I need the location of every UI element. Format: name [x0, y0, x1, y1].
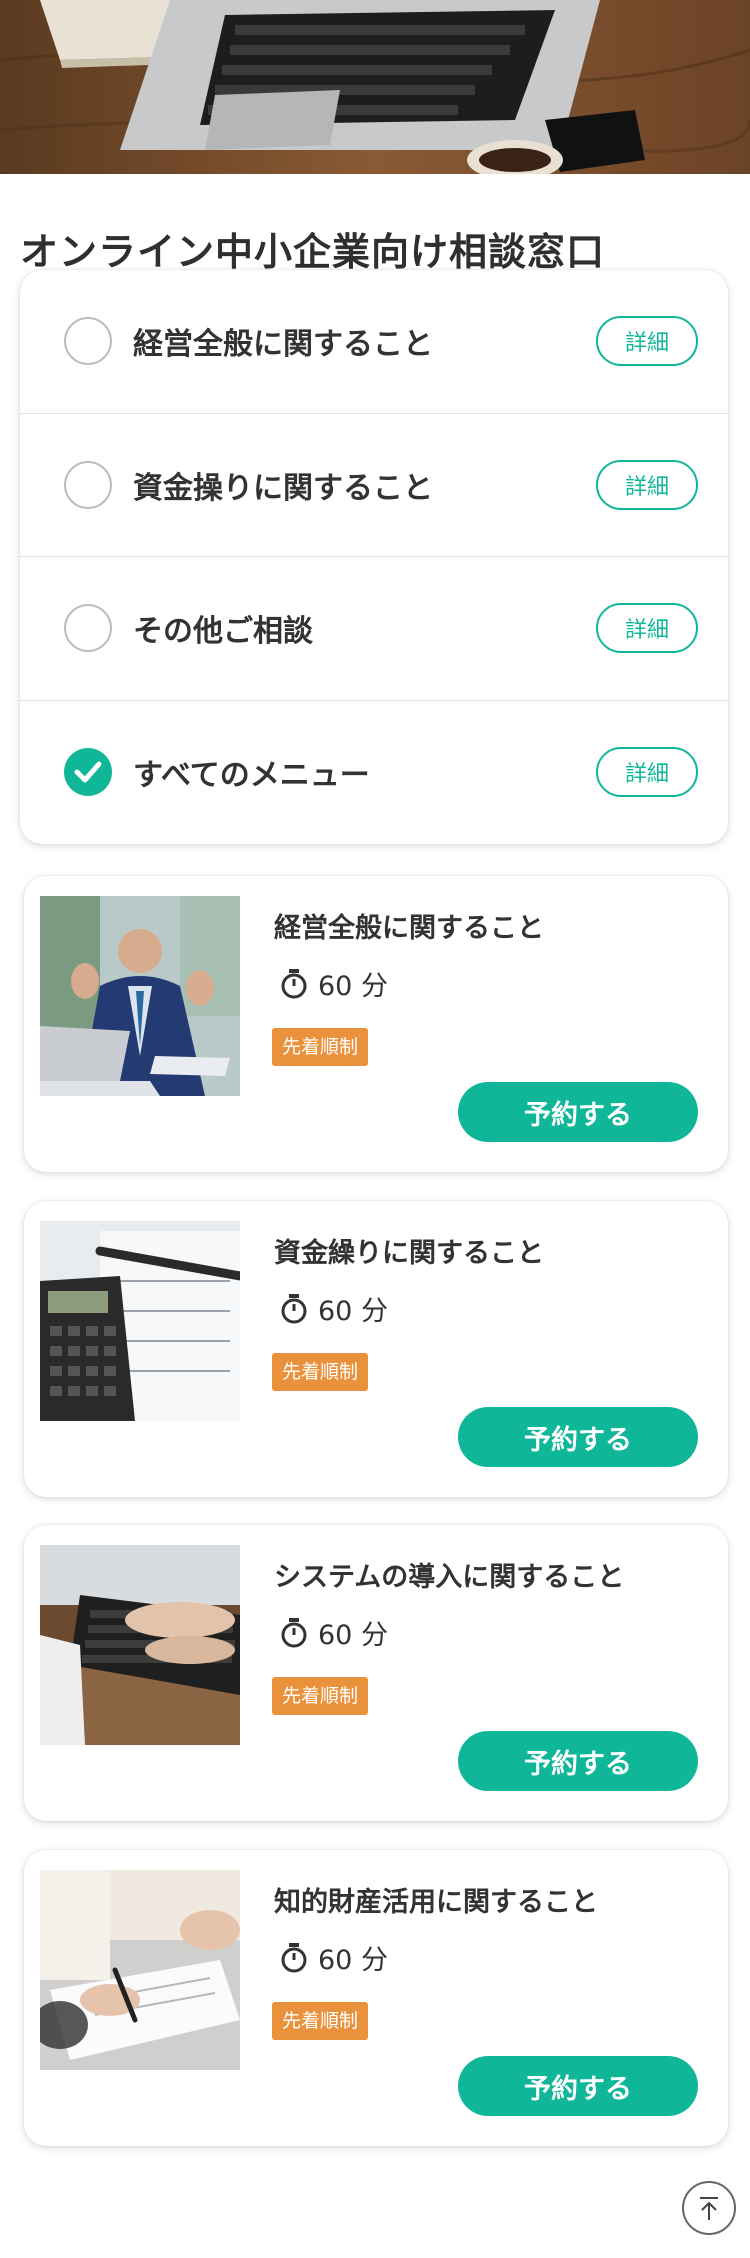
radio-button-checked[interactable] [64, 748, 112, 797]
menu-filter-list: 経営全般に関すること 詳細 資金操りに関すること 詳細 その他ご相談 詳細 すべ… [20, 270, 728, 844]
stopwatch-icon [281, 968, 307, 998]
course-title: 経営全般に関すること [274, 913, 544, 944]
scroll-top-button[interactable] [682, 2181, 736, 2235]
menu-item-label: その他ご相談 [133, 614, 313, 650]
radio-button[interactable] [64, 317, 112, 366]
duration-text: 60 分 [318, 1945, 388, 1976]
detail-button[interactable]: 詳細 [596, 603, 698, 654]
duration-text: 60 分 [318, 971, 388, 1002]
menu-item-management[interactable]: 経営全般に関すること 詳細 [20, 270, 728, 414]
course-card: システムの導入に関すること 60 分 先着順制 予約する [24, 1525, 728, 1821]
course-title: 知的財産活用に関すること [274, 1887, 598, 1918]
stopwatch-icon [281, 1942, 307, 1972]
arrow-up-to-top-icon [700, 2197, 718, 2220]
menu-item-label: 資金操りに関すること [133, 470, 433, 506]
detail-button[interactable]: 詳細 [596, 459, 698, 510]
reserve-button[interactable]: 予約する [458, 1407, 698, 1467]
course-card: 資金繰りに関すること 60 分 先着順制 予約する [24, 1201, 728, 1497]
duration-text: 60 分 [318, 1296, 388, 1327]
course-duration: 60 分 [280, 1613, 388, 1652]
menu-item-other[interactable]: その他ご相談 詳細 [20, 557, 728, 701]
first-come-badge: 先着順制 [272, 1677, 369, 1715]
reserve-button[interactable]: 予約する [458, 1082, 698, 1142]
reserve-button[interactable]: 予約する [458, 1731, 698, 1791]
reserve-button[interactable]: 予約する [458, 2056, 698, 2116]
first-come-badge: 先着順制 [272, 1028, 369, 1066]
detail-button[interactable]: 詳細 [596, 316, 698, 367]
radio-button[interactable] [64, 460, 112, 509]
keyboard-typing-photo [40, 1545, 240, 1745]
radio-button[interactable] [64, 604, 112, 653]
stopwatch-icon [281, 1293, 307, 1323]
detail-button[interactable]: 詳細 [596, 747, 698, 798]
menu-item-funding[interactable]: 資金操りに関すること 詳細 [20, 414, 728, 557]
page-title: オンライン中小企業向け相談窓口 [20, 230, 606, 275]
businessman-laptop-photo [40, 896, 240, 1096]
calculator-pen-photo [40, 1221, 240, 1421]
course-card: 経営全般に関すること 60 分 先着順制 予約する [24, 876, 728, 1172]
signing-document-photo [40, 1870, 240, 2070]
course-title: 資金繰りに関すること [274, 1238, 544, 1269]
first-come-badge: 先着順制 [272, 1353, 369, 1391]
duration-text: 60 分 [318, 1620, 388, 1651]
course-title: システムの導入に関すること [274, 1562, 625, 1593]
check-icon [74, 761, 102, 783]
first-come-badge: 先着順制 [272, 2002, 369, 2040]
course-card: 知的財産活用に関すること 60 分 先着順制 予約する [24, 1850, 728, 2146]
course-duration: 60 分 [280, 1938, 388, 1977]
menu-item-label: すべてのメニュー [133, 758, 370, 794]
page: オンライン中小企業向け相談窓口 経営全般に関すること 詳細 資金操りに関すること… [0, 0, 750, 2258]
hero-image [0, 0, 750, 174]
course-duration: 60 分 [280, 1289, 388, 1328]
menu-item-all[interactable]: すべてのメニュー 詳細 [20, 701, 728, 845]
course-duration: 60 分 [280, 964, 388, 1003]
menu-item-label: 経営全般に関すること [133, 327, 433, 363]
stopwatch-icon [281, 1617, 307, 1647]
